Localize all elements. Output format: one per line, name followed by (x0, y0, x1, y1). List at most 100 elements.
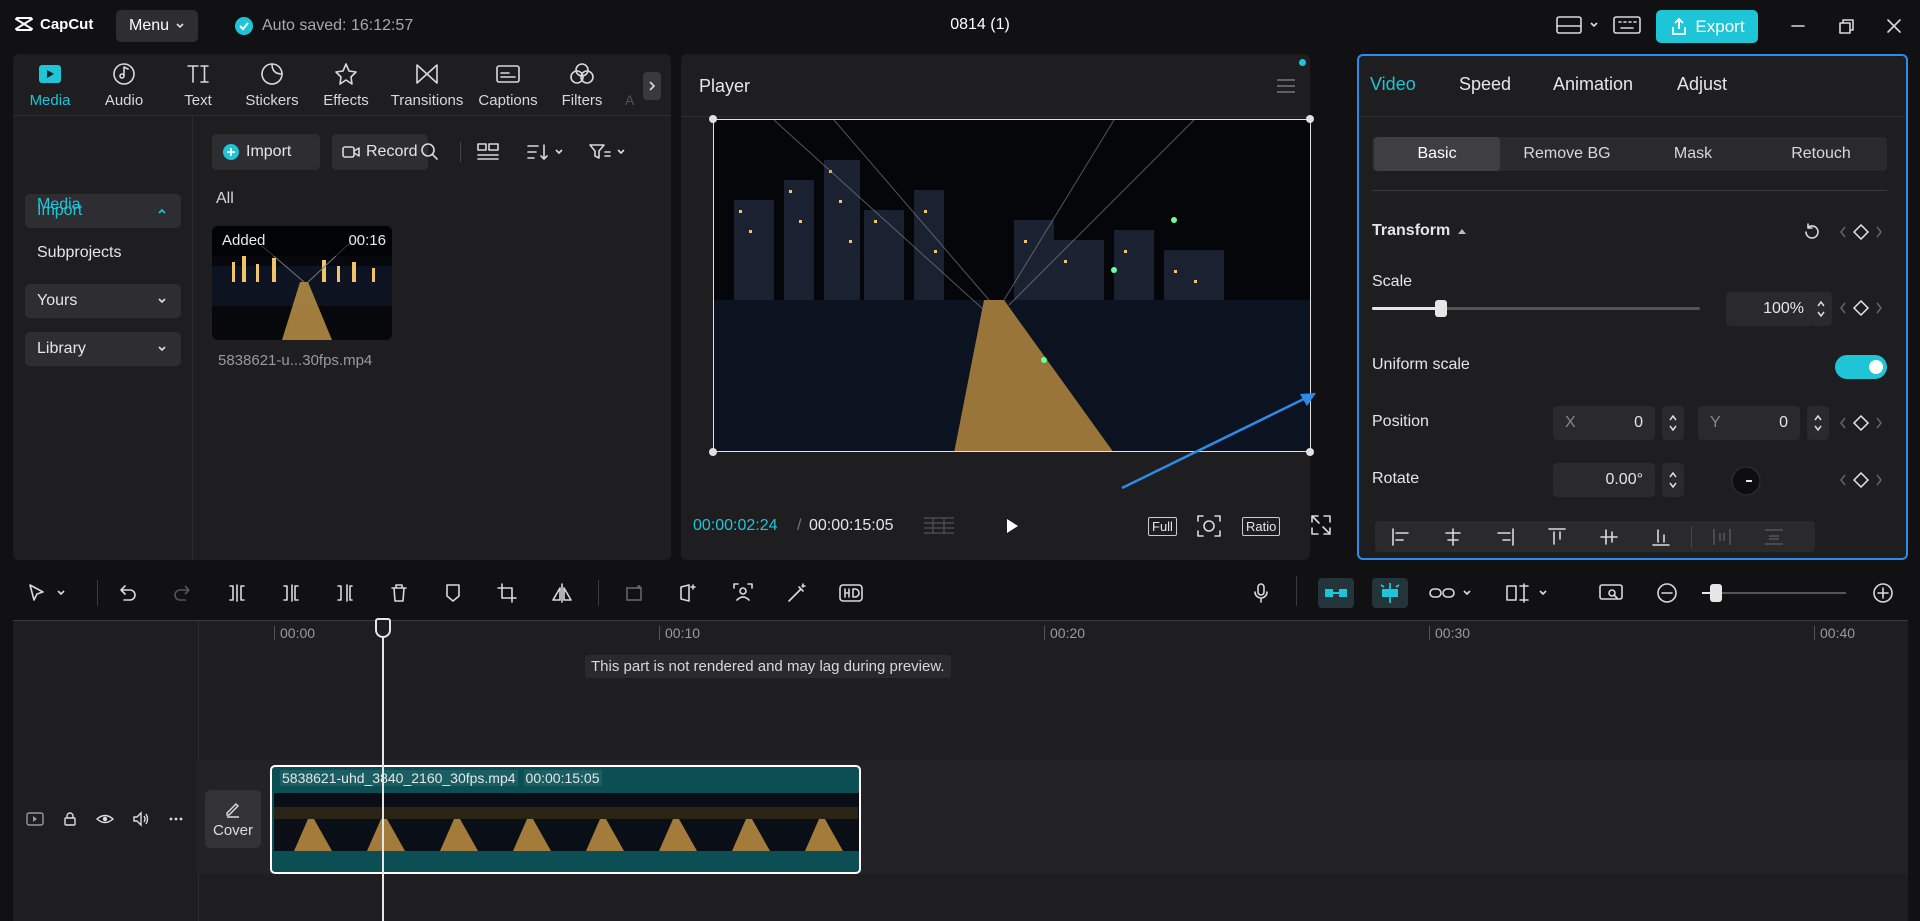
align-bottom-button[interactable] (1635, 527, 1687, 547)
crop-button[interactable] (496, 582, 518, 604)
keyframe-icon[interactable] (1852, 298, 1870, 318)
tool-filters[interactable]: Filters (547, 62, 617, 118)
ratio-button[interactable]: Ratio (1242, 517, 1281, 536)
snap-button[interactable] (1372, 578, 1408, 608)
transform-section-header[interactable]: Transform (1372, 222, 1468, 240)
resize-handle[interactable] (709, 448, 717, 456)
sidebar-item-media[interactable]: Media (25, 188, 181, 222)
align-top-button[interactable] (1531, 527, 1583, 547)
tab-animation[interactable]: Animation (1553, 74, 1633, 95)
tool-stickers[interactable]: Stickers (237, 62, 307, 118)
position-y-stepper[interactable] (1807, 406, 1829, 440)
align-center-v-button[interactable] (1583, 527, 1635, 547)
chevron-right-icon[interactable] (1874, 470, 1884, 490)
sidebar-item-yours[interactable]: Yours (25, 284, 181, 318)
uniform-scale-toggle[interactable] (1835, 355, 1887, 379)
position-x-stepper[interactable] (1662, 406, 1684, 440)
video-clip[interactable]: 5838621-uhd_3840_2160_30fps.mp4 00:00:15… (270, 765, 861, 874)
subtab-retouch[interactable]: Retouch (1758, 137, 1884, 171)
tools-scroll-right[interactable] (643, 72, 661, 100)
tool-media[interactable]: Media (15, 62, 85, 118)
play-button[interactable] (1002, 516, 1022, 536)
keyframe-icon[interactable] (1852, 470, 1870, 490)
main-track-magnet-button[interactable] (1318, 578, 1354, 608)
eye-icon[interactable] (96, 811, 114, 827)
scale-slider-knob[interactable] (1434, 300, 1447, 317)
maximize-button[interactable] (1836, 16, 1856, 36)
chevron-left-icon[interactable] (1838, 222, 1848, 242)
flip-button[interactable] (550, 582, 574, 604)
select-tool-button[interactable] (26, 582, 66, 604)
media-filter-all[interactable]: All (216, 190, 234, 208)
subtab-mask[interactable]: Mask (1630, 137, 1756, 171)
export-button[interactable]: Export (1656, 10, 1758, 43)
chevron-right-icon[interactable] (1874, 298, 1884, 318)
tool-text[interactable]: Text (163, 62, 233, 118)
waveform-button[interactable] (922, 514, 956, 538)
resize-handle[interactable] (709, 115, 717, 123)
filter-button[interactable] (588, 142, 626, 162)
more-icon[interactable] (168, 811, 184, 827)
undo-button[interactable] (116, 582, 138, 604)
sort-button[interactable] (526, 142, 564, 162)
resize-handle[interactable] (1306, 115, 1314, 123)
grid-view-button[interactable] (476, 142, 500, 162)
record-button[interactable]: Record (332, 134, 428, 170)
lock-icon[interactable] (62, 811, 78, 827)
subtab-basic[interactable]: Basic (1374, 137, 1500, 171)
layout-button[interactable] (1555, 14, 1599, 36)
redo-button[interactable] (172, 582, 194, 604)
mirror-button[interactable] (678, 582, 700, 604)
fit-timeline-button[interactable] (1598, 582, 1624, 604)
magic-button[interactable] (786, 582, 808, 604)
media-clip-thumbnail[interactable]: Added 00:16 (212, 226, 392, 340)
tool-effects[interactable]: Effects (311, 62, 381, 118)
shortcuts-button[interactable] (1612, 14, 1642, 36)
sidebar-item-subprojects[interactable]: Subprojects (25, 236, 181, 270)
timeline-zoom-slider[interactable] (1702, 584, 1846, 602)
align-right-button[interactable] (1479, 527, 1531, 547)
zoom-in-button[interactable] (1872, 582, 1894, 604)
align-center-h-button[interactable] (1427, 527, 1479, 547)
record-voice-button[interactable] (1250, 582, 1272, 604)
tool-captions[interactable]: Captions (473, 62, 543, 118)
hd-button[interactable] (838, 582, 864, 604)
tab-speed[interactable]: Speed (1459, 74, 1511, 95)
zoom-preview-button[interactable] (1196, 514, 1222, 538)
cover-button[interactable]: Cover (205, 790, 261, 848)
search-button[interactable] (420, 142, 440, 162)
full-quality-button[interactable]: Full (1148, 517, 1177, 536)
minimize-button[interactable] (1788, 16, 1808, 36)
speaker-icon[interactable] (132, 811, 150, 827)
keyframe-icon[interactable] (1852, 222, 1870, 242)
chevron-right-icon[interactable] (1874, 222, 1884, 242)
tab-adjust[interactable]: Adjust (1677, 74, 1727, 95)
delete-left-button[interactable] (280, 582, 302, 604)
split-button[interactable] (226, 582, 248, 604)
chevron-left-icon[interactable] (1838, 413, 1848, 433)
import-button[interactable]: Import (212, 134, 320, 170)
position-y-field[interactable]: Y 0 (1698, 406, 1800, 440)
close-button[interactable] (1884, 16, 1904, 36)
preview-axis-button[interactable] (1504, 582, 1548, 604)
tab-video[interactable]: Video (1370, 74, 1416, 95)
subtab-remove-bg[interactable]: Remove BG (1504, 137, 1630, 171)
delete-right-button[interactable] (334, 582, 356, 604)
auto-reframe-button[interactable] (732, 582, 754, 604)
delete-button[interactable] (388, 582, 410, 604)
zoom-out-button[interactable] (1656, 582, 1678, 604)
keyframe-icon[interactable] (1852, 413, 1870, 433)
scale-value-field[interactable]: 100% (1726, 292, 1814, 326)
align-left-button[interactable] (1375, 527, 1427, 547)
fullscreen-button[interactable] (1310, 514, 1332, 536)
rotate-dial[interactable] (1730, 465, 1762, 497)
playhead-handle[interactable] (375, 618, 391, 638)
position-x-field[interactable]: X 0 (1553, 406, 1655, 440)
tool-transitions[interactable]: Transitions (385, 62, 469, 118)
rotate-stepper[interactable] (1662, 463, 1684, 497)
player-menu-button[interactable] (1275, 76, 1297, 96)
zoom-slider-knob[interactable] (1710, 584, 1722, 602)
reset-button[interactable] (1802, 222, 1822, 242)
tool-audio[interactable]: Audio (89, 62, 159, 118)
chevron-left-icon[interactable] (1838, 470, 1848, 490)
